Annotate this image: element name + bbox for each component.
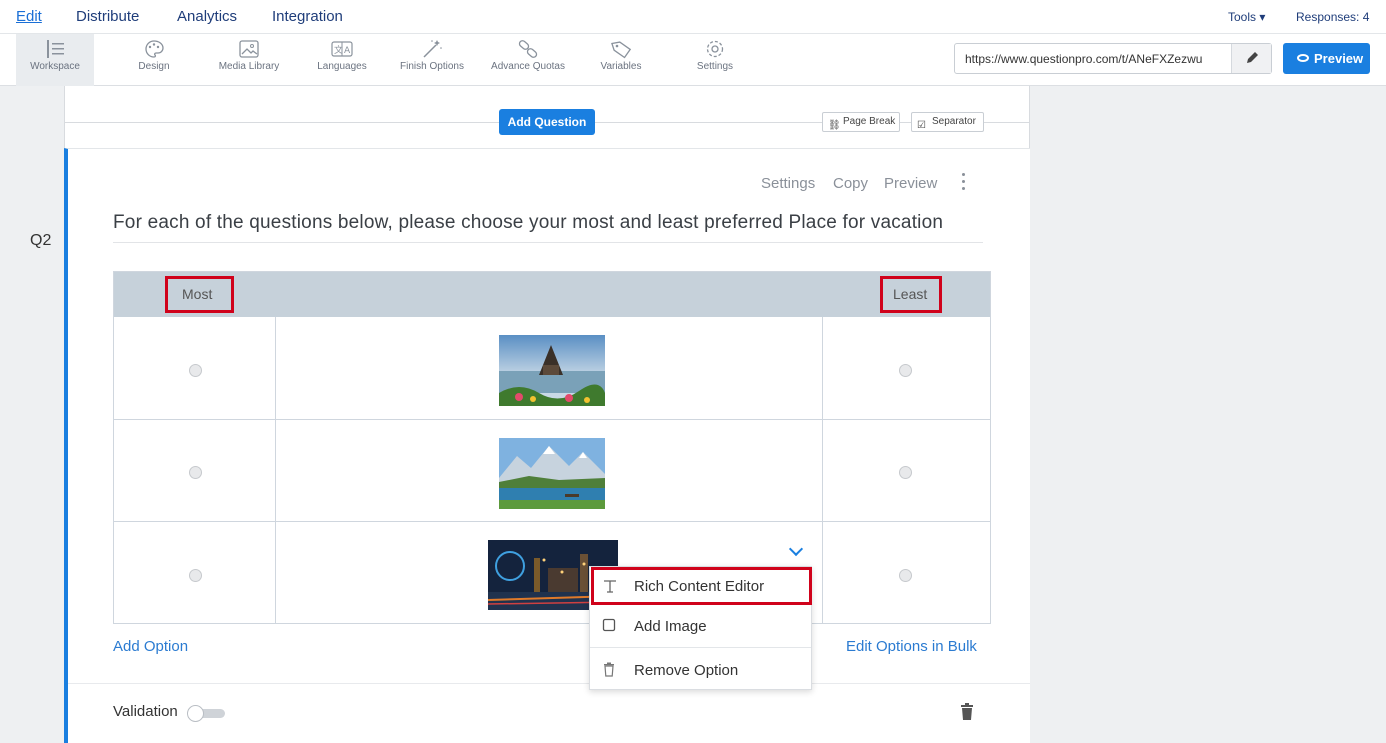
- toolbar-variables[interactable]: Variables: [594, 34, 648, 86]
- list-icon: [47, 40, 64, 58]
- row-divider: [114, 419, 990, 420]
- nav-edit[interactable]: Edit: [16, 8, 42, 25]
- separator-button[interactable]: ☑ Separator: [911, 112, 984, 132]
- nav-distribute[interactable]: Distribute: [76, 8, 139, 25]
- more-options-icon[interactable]: [962, 173, 966, 194]
- toolbar-label: Settings: [696, 61, 734, 72]
- edit-url-button[interactable]: [1231, 44, 1271, 73]
- validation-label: Validation: [113, 703, 178, 720]
- temple-lake-image: [499, 335, 605, 406]
- tools-menu[interactable]: Tools ▾: [1228, 10, 1265, 24]
- trash-icon[interactable]: [960, 703, 974, 725]
- image-icon: [239, 40, 259, 58]
- separator-label: Separator: [932, 116, 976, 127]
- option-image-2[interactable]: [499, 438, 605, 509]
- toolbar-settings[interactable]: Settings: [688, 34, 742, 86]
- eye-icon: [1297, 54, 1309, 62]
- toolbar-label: Media Library: [218, 61, 280, 72]
- row-divider: [114, 521, 990, 522]
- toolbar-workspace[interactable]: Workspace: [16, 34, 94, 86]
- menu-item-add-image[interactable]: Add Image: [590, 607, 811, 647]
- question-footer-divider: [68, 683, 1030, 684]
- toolbar-languages[interactable]: 文A Languages: [308, 34, 376, 86]
- mountain-lake-image: [499, 438, 605, 509]
- validation-toggle[interactable]: [187, 705, 227, 722]
- radio-least-1[interactable]: [899, 364, 912, 377]
- toolbar-label: Languages: [317, 61, 367, 72]
- toolbar-label: Finish Options: [400, 61, 464, 72]
- toolbar-label: Workspace: [30, 61, 80, 72]
- gear-icon: [706, 40, 724, 58]
- preview-button[interactable]: Preview: [1283, 43, 1370, 74]
- question-copy-link[interactable]: Copy: [833, 175, 868, 192]
- maxdiff-table: Most Least: [113, 271, 991, 624]
- edit-options-bulk-link[interactable]: Edit Options in Bulk: [846, 638, 977, 655]
- question-text-underline: [113, 242, 983, 243]
- trash-icon: [602, 662, 616, 677]
- column-divider: [822, 317, 823, 623]
- radio-most-3[interactable]: [189, 569, 202, 582]
- svg-text:A: A: [344, 46, 351, 56]
- radio-least-3[interactable]: [899, 569, 912, 582]
- radio-most-2[interactable]: [189, 466, 202, 479]
- magic-wand-icon: [423, 40, 442, 58]
- page-break-label: Page Break: [843, 116, 896, 127]
- nav-analytics[interactable]: Analytics: [177, 8, 237, 25]
- survey-url-field[interactable]: https://www.questionpro.com/t/ANeFXZezwu: [954, 43, 1272, 74]
- question-settings-link[interactable]: Settings: [761, 175, 815, 192]
- toolbar-label: Advance Quotas: [491, 61, 565, 72]
- checkbox-icon: ☑: [917, 120, 926, 131]
- palette-icon: [145, 40, 164, 58]
- page-break-button[interactable]: ⛓ Page Break: [822, 112, 900, 132]
- preview-label: Preview: [1314, 51, 1364, 66]
- toolbar-design[interactable]: Design: [122, 34, 186, 86]
- radio-least-2[interactable]: [899, 466, 912, 479]
- toolbar-label: Design: [138, 61, 170, 72]
- question-preview-link[interactable]: Preview: [884, 175, 937, 192]
- toolbar-finish-options[interactable]: Finish Options: [394, 34, 470, 86]
- option-image-1[interactable]: [499, 335, 605, 406]
- highlight-least: [880, 276, 942, 313]
- translate-icon: 文A: [331, 41, 353, 57]
- tag-icon: [611, 41, 632, 59]
- menu-divider: [590, 647, 811, 648]
- toggle-knob: [187, 705, 204, 722]
- toolbar: Workspace Design Media Library 文A Langua…: [0, 34, 1386, 86]
- link-icon: [518, 40, 538, 58]
- survey-url-text: https://www.questionpro.com/t/ANeFXZezwu: [965, 52, 1203, 66]
- toolbar-label: Variables: [600, 61, 642, 72]
- add-option-link[interactable]: Add Option: [113, 638, 188, 655]
- menu-item-remove-option[interactable]: Remove Option: [590, 651, 811, 691]
- nav-integration[interactable]: Integration: [272, 8, 343, 25]
- menu-item-label: Add Image: [634, 618, 707, 635]
- question-text[interactable]: For each of the questions below, please …: [113, 212, 943, 234]
- column-divider: [275, 317, 276, 623]
- toolbar-media-library[interactable]: Media Library: [204, 34, 294, 86]
- toolbar-advance-quotas[interactable]: Advance Quotas: [484, 34, 572, 86]
- radio-most-1[interactable]: [189, 364, 202, 377]
- unlink-icon: ⛓: [828, 120, 841, 131]
- svg-text:文: 文: [334, 44, 343, 56]
- pencil-icon: [1247, 52, 1258, 63]
- highlight-most: [165, 276, 234, 313]
- square-icon: [602, 618, 616, 632]
- menu-item-label: Remove Option: [634, 662, 739, 679]
- add-question-button[interactable]: Add Question: [499, 109, 595, 135]
- right-pane: [1030, 86, 1386, 743]
- highlight-rich-content-editor: [591, 567, 812, 605]
- table-header: [114, 272, 990, 317]
- question-number: Q2: [30, 232, 52, 249]
- responses-link[interactable]: Responses: 4: [1296, 10, 1369, 24]
- top-nav: Edit Distribute Analytics Integration To…: [0, 0, 1386, 34]
